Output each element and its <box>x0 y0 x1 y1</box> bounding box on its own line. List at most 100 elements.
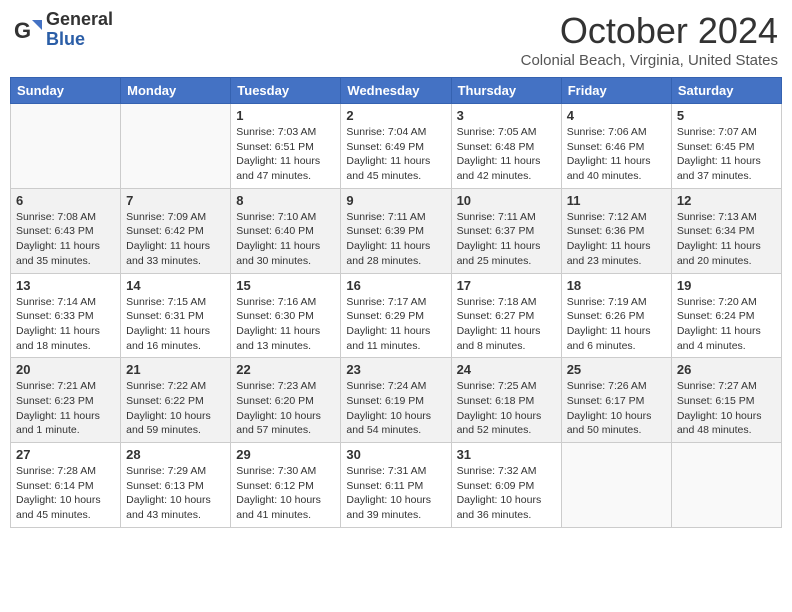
week-row-1: 1 Sunrise: 7:03 AM Sunset: 6:51 PM Daylig… <box>11 104 782 189</box>
calendar-cell: 24 Sunrise: 7:25 AM Sunset: 6:18 PM Dayli… <box>451 358 561 443</box>
calendar-cell: 3 Sunrise: 7:05 AM Sunset: 6:48 PM Daylig… <box>451 104 561 189</box>
day-number: 12 <box>677 193 776 208</box>
day-info: Sunrise: 7:03 AM Sunset: 6:51 PM Dayligh… <box>236 125 335 184</box>
day-number: 2 <box>346 108 445 123</box>
day-info: Sunrise: 7:19 AM Sunset: 6:26 PM Dayligh… <box>567 295 666 354</box>
day-info: Sunrise: 7:04 AM Sunset: 6:49 PM Dayligh… <box>346 125 445 184</box>
calendar-cell: 27 Sunrise: 7:28 AM Sunset: 6:14 PM Dayli… <box>11 443 121 528</box>
day-number: 17 <box>457 278 556 293</box>
day-info: Sunrise: 7:25 AM Sunset: 6:18 PM Dayligh… <box>457 379 556 438</box>
day-number: 1 <box>236 108 335 123</box>
calendar-cell: 14 Sunrise: 7:15 AM Sunset: 6:31 PM Dayli… <box>121 273 231 358</box>
calendar-cell: 19 Sunrise: 7:20 AM Sunset: 6:24 PM Dayli… <box>671 273 781 358</box>
day-info: Sunrise: 7:15 AM Sunset: 6:31 PM Dayligh… <box>126 295 225 354</box>
day-number: 15 <box>236 278 335 293</box>
day-info: Sunrise: 7:16 AM Sunset: 6:30 PM Dayligh… <box>236 295 335 354</box>
page-header: G General Blue October 2024 Colonial Bea… <box>10 10 782 69</box>
day-info: Sunrise: 7:30 AM Sunset: 6:12 PM Dayligh… <box>236 464 335 523</box>
day-info: Sunrise: 7:18 AM Sunset: 6:27 PM Dayligh… <box>457 295 556 354</box>
day-number: 31 <box>457 447 556 462</box>
calendar-cell: 15 Sunrise: 7:16 AM Sunset: 6:30 PM Dayli… <box>231 273 341 358</box>
day-info: Sunrise: 7:31 AM Sunset: 6:11 PM Dayligh… <box>346 464 445 523</box>
calendar-cell: 10 Sunrise: 7:11 AM Sunset: 6:37 PM Dayli… <box>451 188 561 273</box>
logo-text: General Blue <box>46 10 113 50</box>
calendar-cell: 11 Sunrise: 7:12 AM Sunset: 6:36 PM Dayli… <box>561 188 671 273</box>
day-number: 18 <box>567 278 666 293</box>
day-number: 21 <box>126 362 225 377</box>
calendar-cell: 20 Sunrise: 7:21 AM Sunset: 6:23 PM Dayli… <box>11 358 121 443</box>
day-info: Sunrise: 7:27 AM Sunset: 6:15 PM Dayligh… <box>677 379 776 438</box>
day-number: 11 <box>567 193 666 208</box>
header-thursday: Thursday <box>451 78 561 104</box>
svg-text:G: G <box>14 18 31 43</box>
calendar-cell <box>121 104 231 189</box>
day-info: Sunrise: 7:05 AM Sunset: 6:48 PM Dayligh… <box>457 125 556 184</box>
day-info: Sunrise: 7:12 AM Sunset: 6:36 PM Dayligh… <box>567 210 666 269</box>
calendar-cell: 29Sunrise: 7:30 AM Sunset: 6:12 PM Dayli… <box>231 443 341 528</box>
month-title: October 2024 <box>521 10 778 52</box>
calendar-cell: 23 Sunrise: 7:24 AM Sunset: 6:19 PM Dayli… <box>341 358 451 443</box>
day-info: Sunrise: 7:13 AM Sunset: 6:34 PM Dayligh… <box>677 210 776 269</box>
day-number: 9 <box>346 193 445 208</box>
day-info: Sunrise: 7:10 AM Sunset: 6:40 PM Dayligh… <box>236 210 335 269</box>
calendar-cell: 31 Sunrise: 7:32 AM Sunset: 6:09 PM Dayli… <box>451 443 561 528</box>
calendar-cell: 4Sunrise: 7:06 AM Sunset: 6:46 PM Daylig… <box>561 104 671 189</box>
day-info: Sunrise: 7:08 AM Sunset: 6:43 PM Dayligh… <box>16 210 115 269</box>
day-number: 24 <box>457 362 556 377</box>
week-row-3: 13 Sunrise: 7:14 AM Sunset: 6:33 PM Dayli… <box>11 273 782 358</box>
day-info: Sunrise: 7:29 AM Sunset: 6:13 PM Dayligh… <box>126 464 225 523</box>
calendar-table: SundayMondayTuesdayWednesdayThursdayFrid… <box>10 77 782 528</box>
calendar-cell <box>11 104 121 189</box>
day-info: Sunrise: 7:14 AM Sunset: 6:33 PM Dayligh… <box>16 295 115 354</box>
day-number: 25 <box>567 362 666 377</box>
day-number: 14 <box>126 278 225 293</box>
calendar-cell <box>671 443 781 528</box>
day-number: 23 <box>346 362 445 377</box>
day-number: 4 <box>567 108 666 123</box>
calendar-cell: 26 Sunrise: 7:27 AM Sunset: 6:15 PM Dayli… <box>671 358 781 443</box>
calendar-cell: 8 Sunrise: 7:10 AM Sunset: 6:40 PM Daylig… <box>231 188 341 273</box>
day-number: 19 <box>677 278 776 293</box>
header-saturday: Saturday <box>671 78 781 104</box>
day-info: Sunrise: 7:17 AM Sunset: 6:29 PM Dayligh… <box>346 295 445 354</box>
logo-general: General <box>46 10 113 30</box>
calendar-cell: 5Sunrise: 7:07 AM Sunset: 6:45 PM Daylig… <box>671 104 781 189</box>
logo-blue: Blue <box>46 30 113 50</box>
day-info: Sunrise: 7:28 AM Sunset: 6:14 PM Dayligh… <box>16 464 115 523</box>
week-row-5: 27 Sunrise: 7:28 AM Sunset: 6:14 PM Dayli… <box>11 443 782 528</box>
day-number: 13 <box>16 278 115 293</box>
calendar-cell: 13 Sunrise: 7:14 AM Sunset: 6:33 PM Dayli… <box>11 273 121 358</box>
header-friday: Friday <box>561 78 671 104</box>
calendar-cell: 30 Sunrise: 7:31 AM Sunset: 6:11 PM Dayli… <box>341 443 451 528</box>
day-number: 27 <box>16 447 115 462</box>
day-number: 22 <box>236 362 335 377</box>
day-number: 8 <box>236 193 335 208</box>
day-info: Sunrise: 7:32 AM Sunset: 6:09 PM Dayligh… <box>457 464 556 523</box>
day-info: Sunrise: 7:11 AM Sunset: 6:37 PM Dayligh… <box>457 210 556 269</box>
day-info: Sunrise: 7:23 AM Sunset: 6:20 PM Dayligh… <box>236 379 335 438</box>
day-number: 3 <box>457 108 556 123</box>
calendar-cell: 22 Sunrise: 7:23 AM Sunset: 6:20 PM Dayli… <box>231 358 341 443</box>
calendar-cell: 12 Sunrise: 7:13 AM Sunset: 6:34 PM Dayli… <box>671 188 781 273</box>
week-row-4: 20 Sunrise: 7:21 AM Sunset: 6:23 PM Dayli… <box>11 358 782 443</box>
day-info: Sunrise: 7:09 AM Sunset: 6:42 PM Dayligh… <box>126 210 225 269</box>
logo-icon: G <box>14 16 42 44</box>
day-info: Sunrise: 7:20 AM Sunset: 6:24 PM Dayligh… <box>677 295 776 354</box>
day-number: 10 <box>457 193 556 208</box>
logo: G General Blue <box>14 10 113 50</box>
day-number: 20 <box>16 362 115 377</box>
calendar-cell: 1 Sunrise: 7:03 AM Sunset: 6:51 PM Daylig… <box>231 104 341 189</box>
day-number: 28 <box>126 447 225 462</box>
day-number: 30 <box>346 447 445 462</box>
calendar-cell: 25Sunrise: 7:26 AM Sunset: 6:17 PM Dayli… <box>561 358 671 443</box>
calendar-cell: 17 Sunrise: 7:18 AM Sunset: 6:27 PM Dayli… <box>451 273 561 358</box>
day-number: 16 <box>346 278 445 293</box>
day-number: 26 <box>677 362 776 377</box>
calendar-cell: 21Sunrise: 7:22 AM Sunset: 6:22 PM Dayli… <box>121 358 231 443</box>
day-info: Sunrise: 7:21 AM Sunset: 6:23 PM Dayligh… <box>16 379 115 438</box>
day-number: 6 <box>16 193 115 208</box>
calendar-cell: 6 Sunrise: 7:08 AM Sunset: 6:43 PM Daylig… <box>11 188 121 273</box>
day-info: Sunrise: 7:24 AM Sunset: 6:19 PM Dayligh… <box>346 379 445 438</box>
day-info: Sunrise: 7:11 AM Sunset: 6:39 PM Dayligh… <box>346 210 445 269</box>
calendar-cell: 28 Sunrise: 7:29 AM Sunset: 6:13 PM Dayli… <box>121 443 231 528</box>
